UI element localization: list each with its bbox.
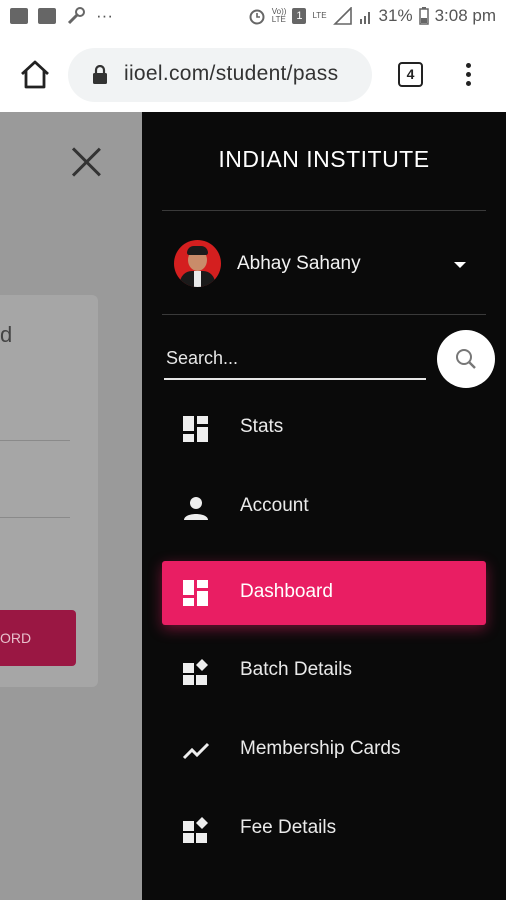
battery-percent: 31%	[378, 6, 413, 25]
signal-bars-icon	[359, 12, 370, 24]
nav-item-batch-details[interactable]: Batch Details	[162, 639, 486, 703]
close-icon[interactable]	[70, 146, 102, 178]
background-input-line	[0, 440, 70, 441]
nav-item-membership-cards[interactable]: Membership Cards	[162, 718, 486, 782]
overflow-menu-icon[interactable]	[456, 60, 480, 90]
person-icon	[184, 497, 208, 520]
trending-line-icon	[182, 742, 210, 760]
background-label-partial: d	[0, 322, 13, 347]
nav-item-stats[interactable]: Stats	[162, 396, 486, 460]
url-text: iioel.com/student/pass	[124, 62, 339, 85]
alarm-icon	[249, 9, 265, 25]
message-notification-icon	[38, 8, 56, 24]
nav-item-dashboard[interactable]: Dashboard	[162, 561, 486, 625]
navigation-drawer: INDIAN INSTITUTE Abhay Sahany Stats Acco…	[142, 112, 506, 900]
user-name[interactable]: Abhay Sahany	[237, 253, 361, 275]
search-button[interactable]	[437, 330, 495, 388]
divider	[162, 210, 486, 211]
nav-item-label: Stats	[240, 416, 284, 437]
drawer-title: INDIAN INSTITUTE	[218, 146, 430, 172]
nav-item-label: Fee Details	[240, 817, 337, 838]
search-icon	[456, 349, 476, 369]
dashboard-grid-icon	[183, 416, 208, 442]
background-submit-button: ORD	[0, 610, 76, 666]
widgets-icon	[183, 817, 208, 843]
lock-icon	[93, 65, 107, 84]
lte-indicator: LTE	[312, 11, 327, 20]
volte-indicator: Vo)) LTE	[271, 7, 287, 24]
avatar[interactable]	[174, 240, 221, 287]
dashboard-grid-icon	[183, 580, 208, 606]
background-page-overlay[interactable]: d ORD	[0, 112, 142, 900]
nav-item-label: Account	[240, 495, 309, 516]
signal-icon	[332, 7, 352, 25]
nav-item-fee-details[interactable]: Fee Details	[162, 797, 486, 861]
browser-toolbar: iioel.com/student/pass 4	[0, 36, 506, 112]
tab-switcher-button[interactable]: 4	[398, 62, 423, 87]
home-icon[interactable]	[18, 58, 52, 92]
nav-item-label: Membership Cards	[240, 738, 401, 759]
widgets-icon	[183, 659, 208, 685]
divider	[162, 314, 486, 315]
background-input-line	[0, 517, 70, 518]
chevron-down-icon[interactable]	[454, 262, 466, 268]
image-notification-icon	[10, 8, 28, 24]
search-input[interactable]	[164, 338, 426, 380]
address-bar[interactable]: iioel.com/student/pass	[68, 48, 372, 102]
sim-indicator: 1	[292, 8, 307, 24]
status-bar: ··· Vo)) LTE 1 LTE 31% 3:08 pm	[0, 0, 506, 36]
nav-item-label: Dashboard	[240, 581, 333, 602]
wrench-icon	[67, 7, 85, 25]
battery-icon	[418, 7, 429, 25]
more-notifications-icon: ···	[96, 6, 113, 25]
nav-item-label: Batch Details	[240, 659, 352, 680]
nav-item-account[interactable]: Account	[162, 475, 486, 539]
clock: 3:08 pm	[434, 6, 496, 25]
